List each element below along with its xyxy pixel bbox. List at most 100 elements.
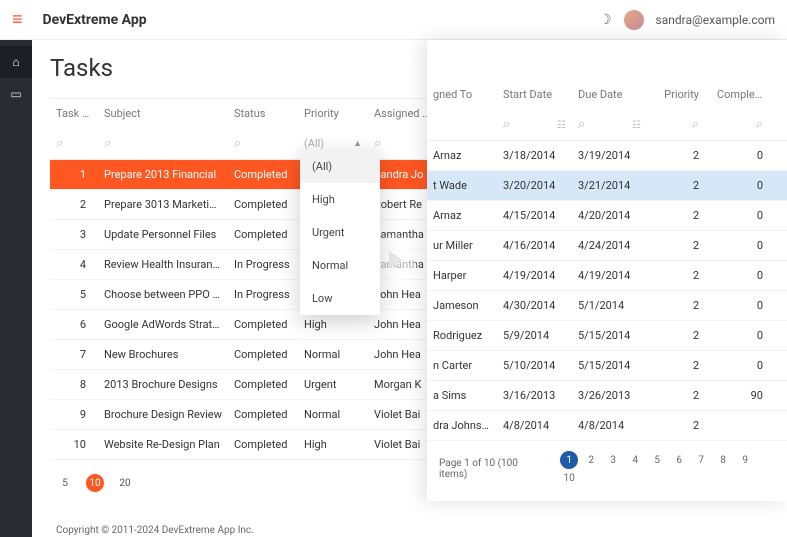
table-row[interactable]: Jameson4/30/20145/1/201420: [427, 291, 787, 321]
col-taskid[interactable]: Task ID: [50, 99, 98, 128]
cell-completion: 0: [711, 351, 775, 380]
sidebar-item-home[interactable]: ⌂: [0, 46, 32, 78]
table-row[interactable]: Arnaz3/18/20143/19/201420: [427, 141, 787, 171]
table-row[interactable]: t Wade3/20/20143/21/201420: [427, 171, 787, 201]
priority-option-high[interactable]: High: [300, 183, 380, 216]
cell-start: 4/30/2014: [497, 291, 572, 320]
cell-completion: 0: [711, 261, 775, 290]
avatar[interactable]: [624, 10, 644, 30]
footer-copyright: Copyright © 2011-2024 DevExtreme App Inc…: [56, 524, 763, 537]
cell-taskid: 9: [50, 400, 98, 429]
sidebar-item-tasks[interactable]: ▭: [0, 78, 32, 110]
ov-col-start[interactable]: Start Date: [497, 80, 572, 109]
cell-assigned: ur Miller: [427, 231, 497, 260]
cell-taskid: 10: [50, 430, 98, 459]
table-row[interactable]: dra Johnson4/8/20144/8/20142: [427, 411, 787, 441]
page-3[interactable]: 3: [604, 451, 622, 469]
topbar: ≡ DevExtreme App ☽ sandra@example.com: [0, 0, 787, 40]
cell-subject: Prepare 3013 Marketin...: [98, 190, 228, 219]
cell-due: 3/21/2014: [572, 171, 647, 200]
cell-assigned: Jameson: [427, 291, 497, 320]
priority-option-urgent[interactable]: Urgent: [300, 216, 380, 249]
menu-toggle-icon[interactable]: ≡: [12, 9, 23, 30]
cell-subject: Update Personnel Files: [98, 220, 228, 249]
page-5[interactable]: 5: [648, 451, 666, 469]
filter-subject[interactable]: [98, 128, 228, 159]
cell-priority: 2: [647, 171, 711, 200]
calendar-icon[interactable]: [632, 118, 641, 131]
priority-option-normal[interactable]: Normal: [300, 249, 380, 282]
table-row[interactable]: Rodriguez5/9/20145/15/201420: [427, 321, 787, 351]
cell-start: 4/19/2014: [497, 261, 572, 290]
cell-due: 4/20/2014: [572, 201, 647, 230]
filter-status[interactable]: [228, 128, 298, 159]
filter-taskid[interactable]: [50, 128, 98, 159]
page-4[interactable]: 4: [626, 451, 644, 469]
priority-option-all[interactable]: (All): [300, 150, 380, 183]
cell-assigned: Harper: [427, 261, 497, 290]
cell-taskid: 5: [50, 280, 98, 309]
page-1[interactable]: 1: [560, 451, 578, 469]
cell-start: 3/20/2014: [497, 171, 572, 200]
table-row[interactable]: a Sims3/16/20133/26/2013290: [427, 381, 787, 411]
filter-completion[interactable]: [711, 109, 775, 140]
page-9[interactable]: 9: [736, 451, 754, 469]
cell-subject: Review Health Insuranc...: [98, 250, 228, 279]
filter-priority-value: (All): [304, 137, 324, 150]
page-size-20[interactable]: 20: [116, 474, 134, 492]
cell-completion: 0: [711, 321, 775, 350]
cell-status: Completed: [228, 370, 298, 399]
col-status[interactable]: Status: [228, 99, 298, 128]
cell-subject: Brochure Design Review: [98, 400, 228, 429]
cell-start: 3/18/2014: [497, 141, 572, 170]
ov-col-completion[interactable]: Completion: [711, 80, 775, 109]
ov-col-priority[interactable]: Priority: [647, 80, 711, 109]
cell-priority: Normal: [298, 340, 368, 369]
cell-assigned: Arnaz: [427, 201, 497, 230]
folder-icon: ▭: [10, 87, 21, 101]
cell-status: Completed: [228, 190, 298, 219]
page-6[interactable]: 6: [670, 451, 688, 469]
filter-priority2[interactable]: [647, 109, 711, 140]
calendar-icon[interactable]: [557, 118, 566, 131]
cell-status: In Progress: [228, 280, 298, 309]
cell-priority: 2: [647, 261, 711, 290]
table-row[interactable]: ur Miller4/16/20144/24/201420: [427, 231, 787, 261]
cell-priority: Normal: [298, 400, 368, 429]
cell-completion: 0: [711, 141, 775, 170]
page-2[interactable]: 2: [582, 451, 600, 469]
ov-col-assigned[interactable]: gned To: [427, 80, 497, 109]
page-7[interactable]: 7: [692, 451, 710, 469]
cell-start: 4/15/2014: [497, 201, 572, 230]
user-email[interactable]: sandra@example.com: [656, 13, 775, 27]
cell-assigned: t Wade: [427, 171, 497, 200]
cell-taskid: 6: [50, 310, 98, 339]
footer: Copyright © 2011-2024 DevExtreme App Inc…: [50, 506, 769, 537]
cell-status: Completed: [228, 340, 298, 369]
col-subject[interactable]: Subject: [98, 99, 228, 128]
search-icon[interactable]: [503, 117, 510, 132]
cell-status: Completed: [228, 220, 298, 249]
cell-taskid: 2: [50, 190, 98, 219]
cell-start: 5/9/2014: [497, 321, 572, 350]
page-size-10[interactable]: 10: [86, 474, 104, 492]
theme-toggle-icon[interactable]: ☽: [599, 12, 612, 28]
table-row[interactable]: Harper4/19/20144/19/201420: [427, 261, 787, 291]
search-icon[interactable]: [578, 117, 585, 132]
cell-status: Completed: [228, 160, 298, 189]
priority-option-low[interactable]: Low: [300, 282, 380, 315]
priority-dropdown[interactable]: (All) High Urgent Normal Low: [300, 150, 380, 315]
col-priority[interactable]: Priority: [298, 99, 368, 128]
overlay-header-row: gned To Start Date Due Date Priority Com…: [427, 80, 787, 109]
page-size-5[interactable]: 5: [56, 474, 74, 492]
page-10[interactable]: 10: [560, 469, 578, 487]
ov-col-due[interactable]: Due Date: [572, 80, 647, 109]
cell-subject: Prepare 2013 Financial: [98, 160, 228, 189]
cell-priority: 2: [647, 291, 711, 320]
table-row[interactable]: n Carter5/10/20145/15/201420: [427, 351, 787, 381]
page-8[interactable]: 8: [714, 451, 732, 469]
cell-status: Completed: [228, 310, 298, 339]
cell-subject: Google AdWords Strate...: [98, 310, 228, 339]
cell-priority: 2: [647, 141, 711, 170]
table-row[interactable]: Arnaz4/15/20144/20/201420: [427, 201, 787, 231]
